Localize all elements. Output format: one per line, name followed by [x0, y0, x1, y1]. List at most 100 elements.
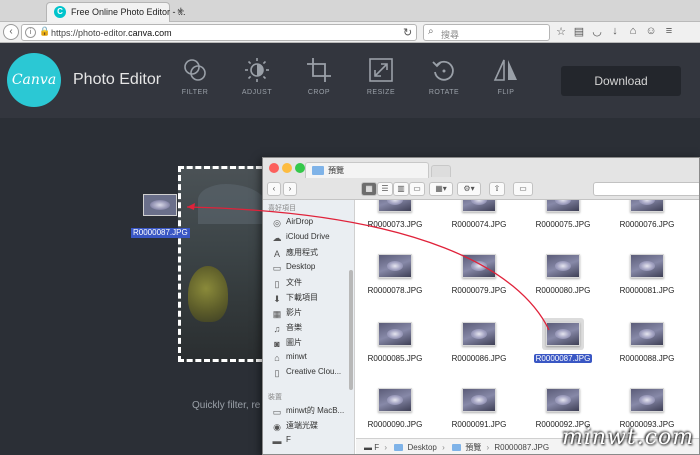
file-item[interactable]: R0000075.JPG — [524, 200, 602, 248]
file-name: R0000085.JPG — [356, 354, 434, 363]
finder-sidebar: 喜好項目 ◎ AirDrop ☁ iCloud Drive A 應用程式 ▭ Deskt… — [263, 200, 355, 454]
sidebar-item-downloads[interactable]: ⬇ 下載項目 — [272, 292, 318, 306]
downloads-icon[interactable]: ↓ — [609, 25, 621, 41]
resize-tool-button[interactable]: RESIZE — [357, 57, 405, 96]
path-desktop[interactable]: Desktop — [408, 443, 437, 452]
adjust-tool-button[interactable]: ADJUST — [233, 57, 281, 96]
sidebar-item-drive-f[interactable]: ▬ F — [272, 435, 291, 449]
action-gear-button[interactable]: ⚙▾ — [457, 182, 481, 196]
browser-search-field[interactable]: ⌕ 搜尋 — [423, 24, 550, 41]
file-item[interactable]: R0000079.JPG — [440, 252, 518, 314]
rotate-icon — [432, 60, 454, 81]
path-separator-icon: › — [384, 443, 388, 452]
document-icon: ▯ — [274, 279, 280, 289]
file-name: R0000080.JPG — [524, 286, 602, 295]
file-item[interactable]: R0000074.JPG — [440, 200, 518, 248]
file-name-text: R0000081.JPG — [619, 286, 675, 295]
camera-icon: ◙ — [274, 339, 280, 349]
share-button[interactable]: ⇧ — [489, 182, 505, 196]
reading-list-icon[interactable]: ▤ — [573, 25, 585, 41]
minimize-window-icon[interactable] — [282, 163, 292, 173]
url-bar[interactable]: i 🔒 https://photo-editor.canva.com ↻ — [21, 24, 417, 41]
finder-window: 預覽 ‹ › ▦ ☰ ▥ ▭ ▦▾ ⚙▾ ⇧ ▭ 喜好項目 ◎ AirDrop ☁… — [262, 157, 700, 455]
smiley-icon[interactable]: ☺ — [645, 25, 657, 41]
file-thumbnail — [546, 322, 580, 346]
file-item[interactable]: R0000081.JPG — [608, 252, 686, 314]
file-name-text: R0000085.JPG — [367, 354, 423, 363]
sidebar-item-desktop[interactable]: ▭ Desktop — [272, 262, 316, 276]
site-info-icon[interactable]: i — [25, 27, 36, 38]
file-name: R0000091.JPG — [440, 420, 518, 429]
zoom-window-icon[interactable] — [295, 163, 305, 173]
sidebar-item-icloud[interactable]: ☁ iCloud Drive — [272, 232, 330, 246]
menu-icon[interactable]: ≡ — [663, 25, 675, 41]
sidebar-item-creative-cloud[interactable]: ▯ Creative Clou... — [272, 367, 342, 381]
file-item[interactable]: R0000086.JPG — [440, 320, 518, 382]
file-item[interactable]: R0000091.JPG — [440, 386, 518, 438]
column-view-button[interactable]: ▥ — [393, 182, 409, 196]
bookmark-star-icon[interactable]: ☆ — [555, 25, 567, 41]
file-item-selected[interactable]: R0000087.JPG — [524, 318, 602, 382]
download-button[interactable]: Download — [561, 66, 681, 96]
finder-search-field[interactable] — [593, 182, 699, 196]
file-item[interactable]: R0000076.JPG — [608, 200, 686, 248]
rotate-tool-button[interactable]: ROTATE — [420, 57, 468, 96]
drop-zone[interactable] — [178, 166, 262, 362]
file-name: R0000086.JPG — [440, 354, 518, 363]
file-item[interactable]: R0000080.JPG — [524, 252, 602, 314]
file-name-text: R0000079.JPG — [451, 286, 507, 295]
close-window-icon[interactable] — [269, 163, 279, 173]
browser-toolbar-icons: ☆ ▤ ◡ ↓ ⌂ ☺ ≡ — [555, 25, 675, 41]
reload-icon[interactable]: ↻ — [403, 26, 412, 39]
sidebar-scrollbar[interactable] — [349, 270, 353, 390]
file-name: R0000079.JPG — [440, 286, 518, 295]
sidebar-item-remote-disc[interactable]: ◉ 遠端光碟 — [272, 420, 318, 434]
sidebar-item-macbook[interactable]: ▭ minwt的 MacB... — [272, 405, 345, 419]
dragged-file-thumbnail[interactable] — [143, 194, 177, 216]
sidebar-item-airdrop[interactable]: ◎ AirDrop — [272, 217, 313, 231]
path-file[interactable]: R0000087.JPG — [494, 443, 549, 452]
file-item[interactable]: R0000090.JPG — [356, 386, 434, 438]
coverflow-view-button[interactable]: ▭ — [409, 182, 425, 196]
file-thumbnail — [462, 254, 496, 278]
sidebar-item-label: 下載項目 — [286, 293, 318, 302]
search-placeholder: 搜尋 — [441, 30, 460, 40]
folder-icon — [452, 444, 461, 451]
sidebar-item-documents[interactable]: ▯ 文件 — [272, 277, 302, 291]
file-item[interactable]: R0000078.JPG — [356, 252, 434, 314]
sidebar-item-label: 文件 — [286, 278, 302, 287]
crop-tool-button[interactable]: CROP — [295, 57, 343, 96]
finder-back-button[interactable]: ‹ — [267, 182, 281, 196]
flip-tool-button[interactable]: FLIP — [482, 57, 530, 96]
path-folder[interactable]: 預覽 — [465, 443, 481, 452]
file-thumbnail — [462, 200, 496, 212]
arrange-button[interactable]: ▦▾ — [429, 182, 453, 196]
new-tab-icon[interactable]: + — [177, 3, 185, 18]
finder-forward-button[interactable]: › — [283, 182, 297, 196]
sidebar-item-movies[interactable]: ▦ 影片 — [272, 307, 302, 321]
finder-new-tab[interactable] — [431, 165, 451, 177]
filter-tool-button[interactable]: FILTER — [171, 57, 219, 96]
icon-view-button[interactable]: ▦ — [361, 182, 377, 196]
finder-tab[interactable]: 預覽 — [305, 162, 429, 178]
back-icon[interactable]: ‹ — [3, 24, 19, 40]
sidebar-item-applications[interactable]: A 應用程式 — [272, 247, 318, 261]
sidebar-item-home[interactable]: ⌂ minwt — [272, 352, 307, 366]
sidebar-item-pictures[interactable]: ◙ 圖片 — [272, 337, 302, 351]
file-item[interactable]: R0000085.JPG — [356, 320, 434, 382]
drive-icon: ▬ — [272, 436, 282, 446]
list-view-button[interactable]: ☰ — [377, 182, 393, 196]
canva-favicon-icon: C — [54, 6, 66, 18]
file-item[interactable]: R0000088.JPG — [608, 320, 686, 382]
file-name: R0000073.JPG — [356, 220, 434, 229]
sidebar-item-music[interactable]: ♫ 音樂 — [272, 322, 302, 336]
home-icon[interactable]: ⌂ — [627, 25, 639, 41]
path-drive[interactable]: F — [374, 443, 379, 452]
browser-tab[interactable]: C Free Online Photo Editor - ... × — [46, 2, 186, 22]
canva-logo[interactable]: Canva — [7, 53, 61, 107]
pocket-icon[interactable]: ◡ — [591, 25, 603, 41]
cloud-icon: ☁ — [272, 233, 282, 243]
file-name: R0000090.JPG — [356, 420, 434, 429]
tags-button[interactable]: ▭ — [513, 182, 533, 196]
file-item[interactable]: R0000073.JPG — [356, 200, 434, 248]
